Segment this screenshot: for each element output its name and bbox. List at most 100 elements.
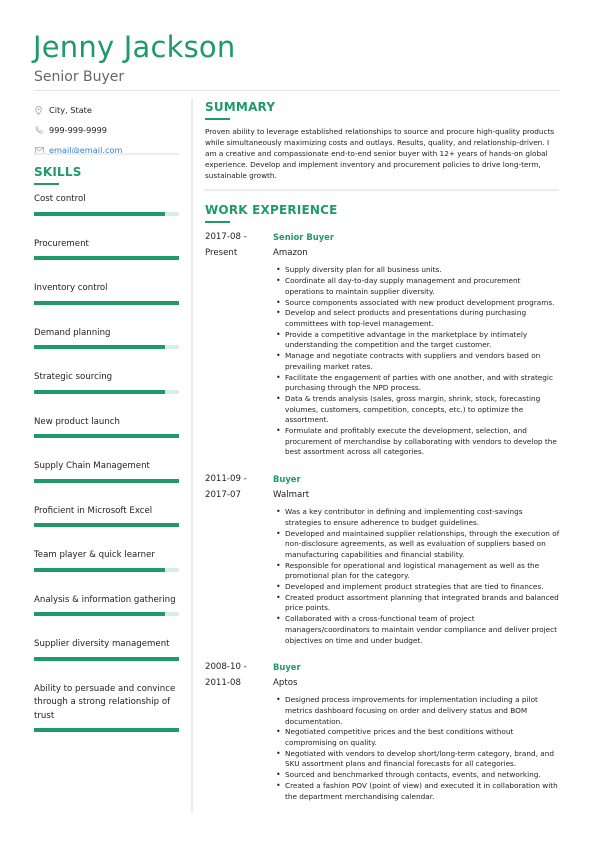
job-body: Buyer Aptos Designed process improvements … — [273, 659, 560, 802]
skills-list: Cost control Procurement Inventory control… — [34, 193, 179, 732]
skill-item: Inventory control — [34, 282, 179, 305]
skill-level-bar — [34, 256, 179, 260]
skill-label: Proficient in Microsoft Excel — [34, 505, 153, 516]
job-bullet: Responsible for operational and logistic… — [273, 561, 560, 582]
contact-email[interactable]: email@email.com — [35, 140, 180, 160]
location-text: City, State — [49, 105, 92, 115]
candidate-title: Senior Buyer — [34, 69, 125, 85]
skill-level-fill — [34, 728, 179, 732]
work-experience-heading: WORK EXPERIENCE — [205, 203, 338, 218]
job-date-end: Present — [205, 248, 238, 259]
skill-item: Strategic sourcing — [34, 371, 179, 394]
job-title: Senior Buyer — [273, 232, 334, 243]
skill-item: Analysis & information gathering — [34, 594, 179, 616]
skill-label: New product launch — [34, 416, 120, 427]
job-bullet: Supply diversity plan for all business u… — [273, 265, 560, 276]
skill-level-fill — [34, 256, 179, 260]
job-bullet: Data & trends analysis (sales, gross mar… — [273, 394, 560, 426]
skill-item: New product launch — [34, 416, 179, 438]
skill-level-bar — [34, 345, 179, 349]
skill-level-bar — [34, 612, 179, 616]
jobs-list: 2017-08 - Present Senior Buyer Amazon Supply… — [205, 229, 560, 802]
skill-level-bar — [34, 567, 179, 572]
skill-label: Procurement — [34, 238, 89, 249]
summary-section: SUMMARY Proven ability to leverage estab… — [205, 100, 560, 181]
summary-text: Proven ability to leverage established r… — [205, 127, 555, 181]
skill-label: Supplier diversity management — [34, 639, 170, 649]
map-pin-icon — [35, 105, 49, 115]
job-bullet: Negotiated with vendors to develop short… — [273, 749, 560, 770]
skill-item: Cost control — [34, 193, 179, 216]
skills-heading: SKILLS — [34, 165, 82, 179]
skill-label: Analysis & information gathering — [34, 594, 176, 605]
skill-label: Inventory control — [34, 283, 108, 293]
job-bullet: Developed and maintained supplier relati… — [273, 529, 560, 561]
skill-item: Procurement — [34, 238, 179, 260]
job-bullet: Formulate and profitably execute the dev… — [273, 426, 560, 458]
skill-level-fill — [34, 211, 165, 216]
job-bullet: Sourced and benchmarked through contacts… — [273, 770, 560, 781]
job-date-end: 2017-07 — [205, 490, 241, 501]
job-bullet: Coordinate all day-to-day supply managem… — [273, 276, 560, 297]
skill-level-bar — [34, 300, 179, 305]
job-bullet: Was a key contributor in defining and im… — [273, 507, 560, 528]
skill-item: Supplier diversity management — [34, 638, 179, 661]
work-experience-heading-underline — [205, 221, 230, 224]
job-bullet: Facilitate the engagement of parties wit… — [273, 373, 560, 394]
skill-label: Strategic sourcing — [34, 372, 113, 382]
job-dates: 2008-10 - 2011-08 — [205, 659, 273, 802]
job-bullet-list: Supply diversity plan for all business u… — [273, 265, 560, 458]
job-bullet: Created a fashion POV (point of view) an… — [273, 781, 560, 802]
contact-divider — [34, 153, 179, 155]
skill-level-fill — [34, 434, 179, 438]
job-bullet: Negotiated competitive prices and the be… — [273, 727, 560, 748]
job-company: Walmart — [273, 490, 310, 501]
job-body: Buyer Walmart Was a key contributor in def… — [273, 471, 560, 646]
skill-item: Supply Chain Management — [34, 460, 179, 483]
skill-level-fill — [34, 478, 179, 483]
skill-item: Proficient in Microsoft Excel — [34, 505, 179, 527]
job-title: Buyer — [273, 474, 301, 485]
skill-level-bar — [34, 523, 179, 527]
job-bullet: Develop and select products and presenta… — [273, 308, 560, 329]
phone-text: 999-999-9999 — [49, 125, 108, 135]
skill-item: Demand planning — [34, 327, 179, 349]
skill-level-fill — [34, 523, 179, 527]
summary-divider — [204, 189, 559, 192]
skill-level-bar — [34, 389, 179, 394]
contact-phone: 999-999-9999 — [35, 120, 180, 140]
skill-label: Demand planning — [34, 327, 111, 338]
job-dates: 2017-08 - Present — [205, 229, 273, 458]
contact-location: City, State — [35, 100, 180, 120]
job-entry: 2011-09 - 2017-07 Buyer Walmart Was a key co… — [205, 471, 560, 646]
job-date-start: 2017-08 - — [205, 232, 247, 243]
job-bullet: Source components associated with new pr… — [273, 298, 560, 309]
skill-label: Supply Chain Management — [34, 461, 150, 471]
candidate-name: Jenny Jackson — [33, 30, 236, 64]
skills-section: SKILLS Cost control Procurement Inventory … — [34, 165, 179, 732]
skill-level-bar — [34, 211, 179, 216]
job-bullet-list: Designed process improvements for implem… — [273, 695, 560, 802]
skill-level-fill — [34, 300, 179, 305]
job-date-end: 2011-08 — [205, 678, 241, 689]
skill-level-fill — [34, 612, 165, 616]
job-entry: 2017-08 - Present Senior Buyer Amazon Supply… — [205, 229, 560, 458]
skill-level-fill — [34, 656, 179, 661]
skill-level-bar — [34, 434, 179, 438]
skill-label: Cost control — [34, 194, 86, 204]
skill-label: Ability to persuade and convince through… — [34, 683, 176, 721]
job-bullet: Created product assortment planning that… — [273, 593, 560, 614]
job-dates: 2011-09 - 2017-07 — [205, 471, 273, 646]
skill-item: Team player & quick learner — [34, 549, 179, 572]
job-date-start: 2008-10 - — [205, 662, 247, 673]
skill-level-bar — [34, 728, 179, 732]
contact-info: City, State 999-999-9999 email@email.com — [35, 100, 180, 160]
main-column: SUMMARY Proven ability to leverage estab… — [204, 100, 560, 802]
job-title: Buyer — [273, 662, 301, 673]
job-entry: 2008-10 - 2011-08 Buyer Aptos Designed proce… — [205, 659, 560, 802]
skill-item: Ability to persuade and convince through… — [34, 683, 179, 732]
job-company: Amazon — [273, 248, 308, 259]
job-bullet: Designed process improvements for implem… — [273, 695, 560, 727]
job-bullet: Developed and implement product strategi… — [273, 582, 560, 593]
phone-icon — [35, 126, 49, 134]
